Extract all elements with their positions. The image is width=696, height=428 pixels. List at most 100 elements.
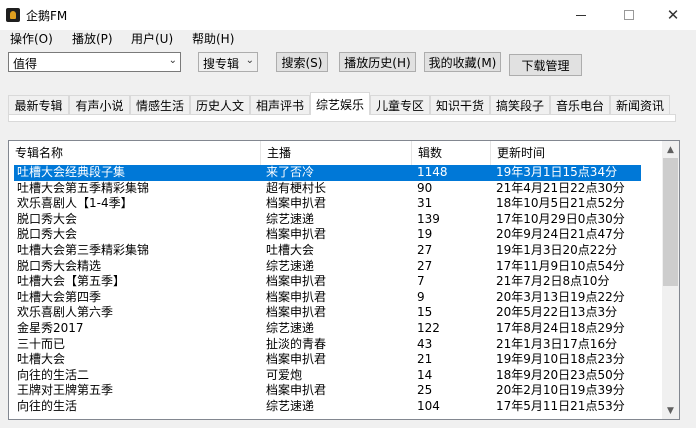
episodes-cell: 14 <box>417 367 433 382</box>
minimize-icon <box>576 14 586 16</box>
list-item[interactable]: 脱口秀大会 综艺速递 139 17年10月29日0点30分 <box>9 212 661 228</box>
minimize-button[interactable] <box>558 0 604 30</box>
updated-time-cell: 17年5月11日21点53分 <box>496 398 625 413</box>
updated-time-cell: 18年9月20日23点50分 <box>496 367 625 382</box>
list-item[interactable]: 吐槽大会第五季精彩集锦 超有梗村长 90 21年4月21日22点30分 <box>9 181 661 197</box>
host-cell: 综艺速递 <box>266 211 315 226</box>
list-rows: 吐槽大会经典段子集 来了否冷 1148 19年3月1日15点34分 吐槽大会第五季精彩集… <box>9 165 661 415</box>
vertical-scrollbar[interactable]: ▲ ▼ <box>662 141 679 419</box>
album-list[interactable]: 专辑名称 主播 辑数 更新时间 吐槽大会经典段子集 来了否冷 1148 19年3月1日… <box>8 140 680 420</box>
updated-time-cell: 21年7月2日8点10分 <box>496 274 610 289</box>
host-cell: 来了否冷 <box>266 165 315 179</box>
list-item[interactable]: 吐槽大会第三季精彩集锦 吐槽大会 27 19年1月3日20点22分 <box>9 243 661 259</box>
host-cell: 综艺速递 <box>266 320 315 335</box>
host-cell: 档案申扒君 <box>266 383 327 398</box>
search-button[interactable]: 搜索(S) <box>276 52 328 72</box>
list-item[interactable]: 金星秀2017 综艺速递 122 17年8月24日18点29分 <box>9 321 661 337</box>
menu-help[interactable]: 帮助(H) <box>192 30 234 47</box>
list-item[interactable]: 欢乐喜剧人【1-4季】 档案申扒君 31 18年10月5日21点52分 <box>9 196 661 212</box>
episodes-cell: 104 <box>417 398 440 413</box>
episodes-cell: 7 <box>417 274 425 289</box>
menu-user[interactable]: 用户(U) <box>131 30 173 47</box>
album-name-cell: 吐槽大会第三季精彩集锦 <box>17 242 150 257</box>
download-manager-button[interactable]: 下载管理 <box>509 54 582 76</box>
list-item[interactable]: 向往的生活 综艺速递 104 17年5月11日21点53分 <box>9 399 661 415</box>
episodes-cell: 139 <box>417 211 440 226</box>
maximize-button[interactable] <box>606 0 652 30</box>
episodes-cell: 21 <box>417 352 433 367</box>
menu-operate[interactable]: 操作(O) <box>10 30 53 47</box>
episodes-cell: 19 <box>417 227 433 242</box>
favorites-button[interactable]: 我的收藏(M) <box>424 52 501 72</box>
host-cell: 综艺速递 <box>266 398 315 413</box>
updated-time-cell: 20年9月24日21点47分 <box>496 227 625 242</box>
play-history-button[interactable]: 播放历史(H) <box>339 52 416 72</box>
tab-knowledge[interactable]: 知识干货 <box>430 95 490 115</box>
updated-time-cell: 20年3月13日19点22分 <box>496 289 625 304</box>
tab-music[interactable]: 音乐电台 <box>550 95 610 115</box>
host-cell: 档案申扒君 <box>266 274 327 289</box>
scroll-up-arrow-icon[interactable]: ▲ <box>662 141 679 158</box>
list-item[interactable]: 三十而已 扯淡的青春 43 21年1月3日17点16分 <box>9 337 661 353</box>
column-album-name[interactable]: 专辑名称 <box>9 141 261 165</box>
column-host[interactable]: 主播 <box>261 141 412 165</box>
maximize-icon <box>624 10 634 20</box>
column-updated[interactable]: 更新时间 <box>491 141 661 165</box>
updated-time-cell: 18年10月5日21点52分 <box>496 196 625 211</box>
album-name-cell: 王牌对王牌第五季 <box>17 383 114 398</box>
episodes-cell: 31 <box>417 196 433 211</box>
menu-play[interactable]: 播放(P) <box>72 30 113 47</box>
chevron-down-icon[interactable]: ⌄ <box>169 55 177 66</box>
tab-latest[interactable]: 最新专辑 <box>8 95 69 115</box>
column-episodes[interactable]: 辑数 <box>412 141 491 165</box>
host-cell: 档案申扒君 <box>266 352 327 367</box>
tab-variety[interactable]: 综艺娱乐 <box>310 92 370 115</box>
list-item[interactable]: 王牌对王牌第五季 档案申扒君 25 20年2月10日19点39分 <box>9 383 661 399</box>
host-cell: 档案申扒君 <box>266 227 327 242</box>
close-icon: ✕ <box>666 6 680 24</box>
album-name-cell: 三十而已 <box>17 336 66 351</box>
tab-news[interactable]: 新闻资讯 <box>610 95 670 115</box>
album-name-cell: 金星秀2017 <box>17 320 84 335</box>
list-item[interactable]: 向往的生活二 可爱炮 14 18年9月20日23点50分 <box>9 368 661 384</box>
updated-time-cell: 19年3月1日15点34分 <box>496 165 618 179</box>
album-name-cell: 吐槽大会第四季 <box>17 289 102 304</box>
list-item[interactable]: 欢乐喜剧人第六季 档案申扒君 15 20年5月22日13点3分 <box>9 305 661 321</box>
episodes-cell: 43 <box>417 336 433 351</box>
host-cell: 档案申扒君 <box>266 289 327 304</box>
list-item[interactable]: 吐槽大会第四季 档案申扒君 9 20年3月13日19点22分 <box>9 290 661 306</box>
title-bar: 企鹅FM ✕ <box>0 0 696 30</box>
tab-panel <box>8 114 676 122</box>
host-cell: 可爱炮 <box>266 367 303 382</box>
episodes-cell: 122 <box>417 320 440 335</box>
album-name-cell: 脱口秀大会精选 <box>17 258 102 273</box>
tab-history[interactable]: 历史人文 <box>190 95 250 115</box>
tab-audiobook[interactable]: 有声小说 <box>69 95 130 115</box>
list-item[interactable]: 吐槽大会 档案申扒君 21 19年9月10日18点23分 <box>9 352 661 368</box>
host-cell: 超有梗村长 <box>266 180 327 195</box>
updated-time-cell: 17年10月29日0点30分 <box>496 211 625 226</box>
chevron-down-icon[interactable]: ⌄ <box>246 55 254 66</box>
tab-children[interactable]: 儿童专区 <box>370 95 430 115</box>
list-item[interactable]: 脱口秀大会 档案申扒君 19 20年9月24日21点47分 <box>9 227 661 243</box>
album-name-cell: 吐槽大会【第五季】 <box>17 274 126 289</box>
updated-time-cell: 19年9月10日18点23分 <box>496 352 625 367</box>
scroll-down-arrow-icon[interactable]: ▼ <box>662 402 679 419</box>
list-item[interactable]: 吐槽大会经典段子集 来了否冷 1148 19年3月1日15点34分 <box>9 165 661 181</box>
menu-bar: 操作(O) 播放(P) 用户(U) 帮助(H) <box>0 30 696 46</box>
episodes-cell: 25 <box>417 383 433 398</box>
scrollbar-thumb[interactable] <box>663 158 678 286</box>
episodes-cell: 27 <box>417 242 433 257</box>
list-item[interactable]: 脱口秀大会精选 综艺速递 27 17年11月9日10点54分 <box>9 259 661 275</box>
close-button[interactable]: ✕ <box>650 0 696 30</box>
penguin-app-icon <box>6 8 20 22</box>
updated-time-cell: 17年11月9日10点54分 <box>496 258 625 273</box>
list-item[interactable]: 吐槽大会【第五季】 档案申扒君 7 21年7月2日8点10分 <box>9 274 661 290</box>
tab-emotion[interactable]: 情感生活 <box>130 95 190 115</box>
tab-jokes[interactable]: 搞笑段子 <box>490 95 550 115</box>
search-mode-select[interactable]: 搜专辑 ⌄ <box>198 52 258 72</box>
list-header: 专辑名称 主播 辑数 更新时间 <box>9 141 661 165</box>
updated-time-cell: 21年4月21日22点30分 <box>496 180 625 195</box>
search-query-combobox[interactable]: 值得 ⌄ <box>8 52 181 72</box>
tab-crosstalk[interactable]: 相声评书 <box>250 95 310 115</box>
